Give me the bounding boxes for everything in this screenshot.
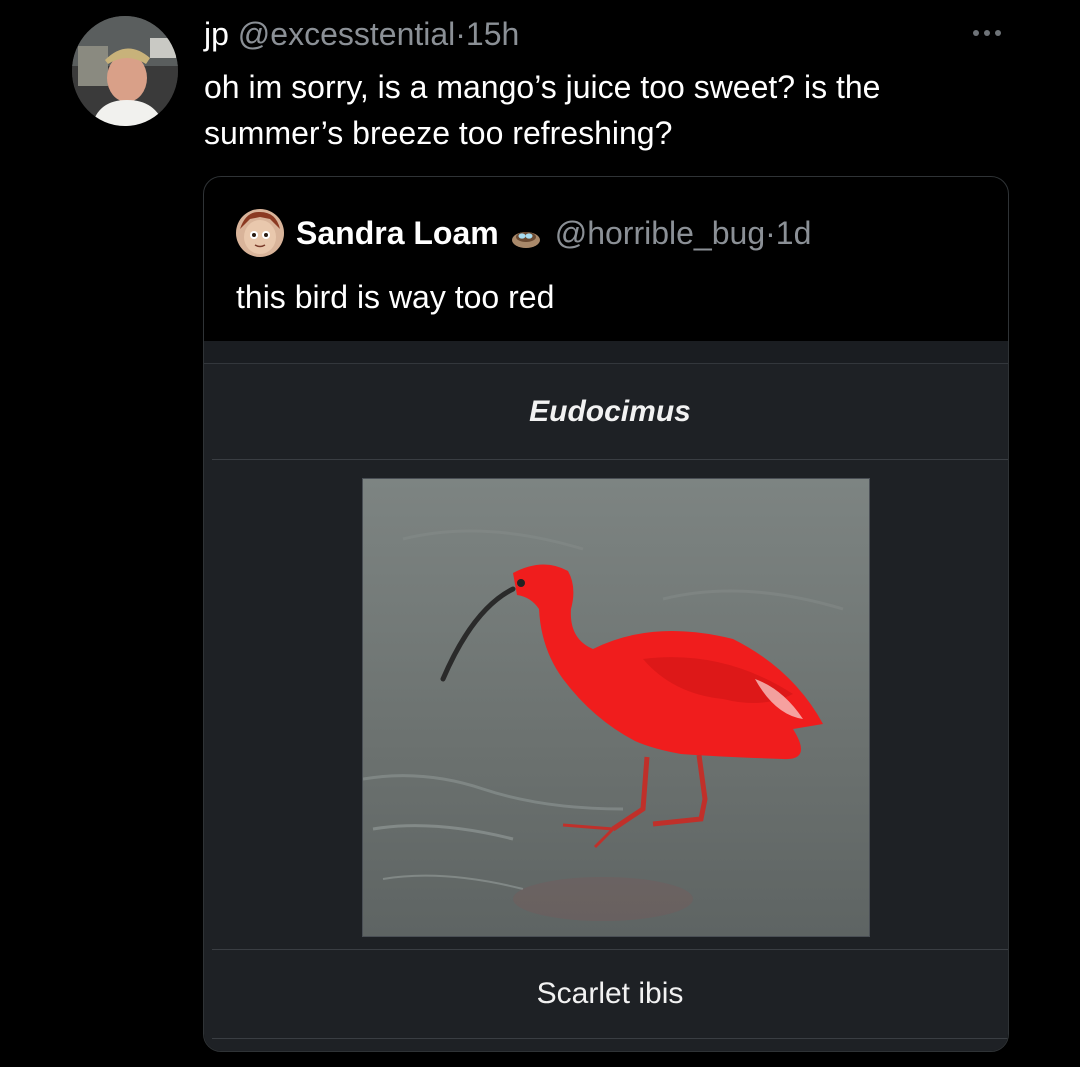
embed-title: Eudocimus — [212, 365, 1008, 460]
more-dots-icon — [973, 30, 1001, 36]
more-options-icon[interactable] — [970, 18, 1004, 48]
wiki-embed-card[interactable]: Eudocimus Scarlet ibis — [204, 341, 1008, 1051]
bird-nest-icon — [511, 221, 541, 248]
quoted-tweet-text: this bird is way too red — [236, 279, 555, 315]
cartoon-avatar — [236, 209, 284, 257]
separator-dot: · — [455, 16, 466, 52]
separator-dot: · — [765, 214, 776, 251]
embed-caption: Scarlet ibis — [212, 949, 1008, 1039]
embed-top-bar — [204, 341, 1008, 364]
quoted-author-avatar[interactable] — [236, 209, 284, 257]
quoted-tweet[interactable]: Sandra Loam @horrible_bug · 1d this bird i… — [203, 176, 1009, 1052]
tweet-time[interactable]: 15h — [466, 16, 519, 52]
tweet-header: jp @excesstential·15h — [204, 14, 519, 54]
quoted-tweet-time[interactable]: 1d — [776, 215, 812, 252]
quoted-author-name[interactable]: Sandra Loam — [296, 215, 499, 252]
ibis-image — [363, 479, 869, 936]
scarlet-ibis-photo[interactable] — [362, 478, 870, 937]
tweet-text: oh im sorry, is a mango’s juice too swee… — [204, 69, 881, 151]
user-avatar[interactable] — [72, 16, 178, 126]
avatar-photo — [72, 16, 178, 126]
author-handle[interactable]: @excesstential — [238, 16, 455, 52]
quoted-author-handle[interactable]: @horrible_bug — [555, 215, 765, 252]
quoted-tweet-header: Sandra Loam @horrible_bug · 1d — [236, 209, 811, 257]
author-name[interactable]: jp — [204, 16, 229, 52]
